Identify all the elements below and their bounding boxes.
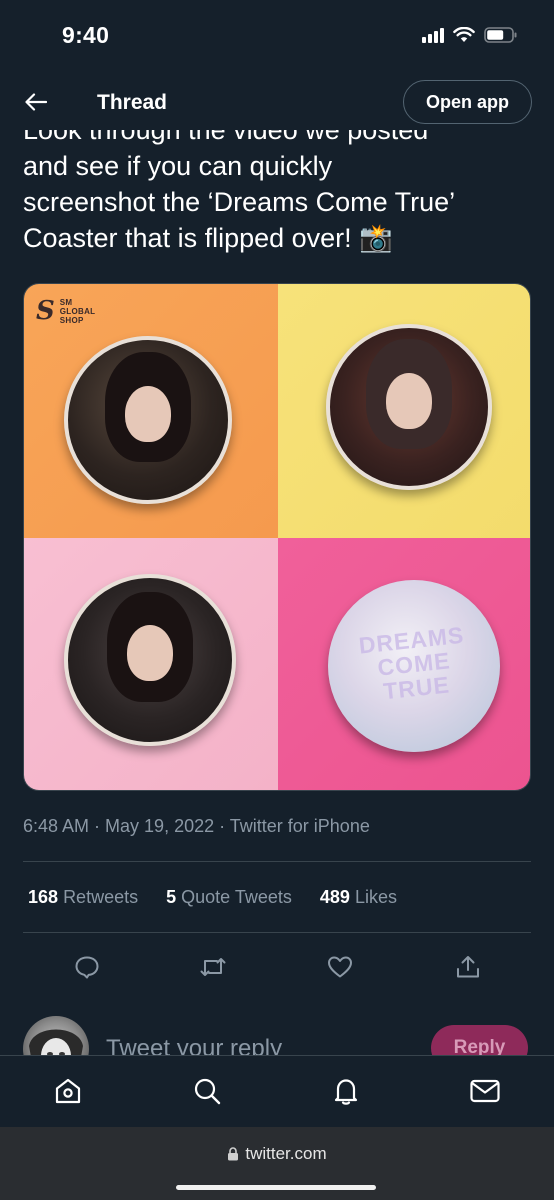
- page-title: Thread: [97, 91, 168, 114]
- image-quadrant-magenta: DREAMS COME TRUE: [278, 538, 530, 790]
- battery-icon: [484, 27, 517, 43]
- tweet-text: Look through the video we posted and see…: [23, 130, 538, 256]
- home-icon: [55, 1078, 81, 1104]
- tweet-actions: [0, 952, 554, 982]
- tweet-text-line: Coaster that is flipped over! 📸: [23, 223, 393, 253]
- retweet-icon: [200, 958, 226, 976]
- photo-coaster: [64, 336, 232, 504]
- tweet-timestamp: 6:48 AM · May 19, 2022 · Twitter for iPh…: [23, 816, 370, 836]
- tab-search[interactable]: [190, 1074, 224, 1108]
- like-action[interactable]: [325, 952, 355, 982]
- quote-tweets-stat[interactable]: 5 Quote Tweets: [166, 887, 292, 908]
- reply-button[interactable]: Reply: [431, 1025, 528, 1055]
- reply-action[interactable]: [72, 952, 102, 982]
- tweet-thread: Look through the video we posted and see…: [0, 130, 554, 1055]
- status-bar: 9:40: [0, 0, 554, 72]
- tweet-image[interactable]: S SM GLOBAL SHOP DREAMS COME TRUE: [23, 283, 531, 791]
- tweet-text-line: screenshot the ‘Dreams Come True’: [23, 187, 456, 217]
- nav-bar: Thread Open app: [0, 76, 554, 130]
- retweets-stat[interactable]: 168 Retweets: [28, 887, 138, 908]
- open-app-button[interactable]: Open app: [403, 80, 532, 124]
- wifi-icon: [453, 27, 475, 42]
- tweet-text-line: and see if you can quickly: [23, 151, 333, 181]
- tweet-stats: 168 Retweets 5 Quote Tweets 489 Likes: [28, 887, 397, 908]
- home-indicator[interactable]: [176, 1185, 376, 1190]
- avatar: [23, 1016, 89, 1055]
- bell-icon: [334, 1079, 358, 1105]
- tab-home[interactable]: [51, 1074, 85, 1108]
- back-button[interactable]: [22, 88, 50, 116]
- cellular-signal-icon: [422, 27, 444, 43]
- url-field[interactable]: twitter.com: [0, 1144, 554, 1164]
- dreams-come-true-coaster: DREAMS COME TRUE: [328, 580, 500, 752]
- sm-global-shop-logo: S SM GLOBAL SHOP: [36, 296, 96, 326]
- divider: [23, 861, 531, 862]
- image-quadrant-pink: [24, 538, 278, 790]
- status-time: 9:40: [62, 22, 110, 48]
- heart-icon: [328, 956, 352, 978]
- avatar-image: [29, 1029, 83, 1055]
- tab-messages[interactable]: [468, 1074, 502, 1108]
- photo-coaster: [326, 324, 492, 490]
- comment-icon: [75, 956, 99, 979]
- image-quadrant-yellow: [278, 284, 530, 538]
- url-text: twitter.com: [245, 1144, 327, 1163]
- share-action[interactable]: [453, 952, 483, 982]
- reply-input[interactable]: Tweet your reply: [106, 1035, 282, 1055]
- status-icons: [422, 27, 518, 43]
- lock-icon: [228, 1147, 239, 1161]
- bottom-tab-bar: [0, 1055, 554, 1127]
- reply-composer: Tweet your reply Reply: [0, 1013, 554, 1055]
- tweet-text-line: Look through the video we posted: [23, 130, 429, 145]
- tab-notifications[interactable]: [329, 1074, 363, 1108]
- arrow-left-icon: [25, 93, 47, 111]
- divider: [23, 932, 531, 933]
- sm-logo-mark: S: [36, 296, 55, 326]
- search-icon: [194, 1078, 221, 1105]
- likes-stat[interactable]: 489 Likes: [320, 887, 397, 908]
- mail-icon: [470, 1079, 500, 1103]
- retweet-action[interactable]: [198, 952, 228, 982]
- photo-coaster: [64, 574, 236, 746]
- share-icon: [457, 956, 479, 978]
- browser-url-bar: twitter.com: [0, 1127, 554, 1200]
- image-quadrant-orange: S SM GLOBAL SHOP: [24, 284, 278, 538]
